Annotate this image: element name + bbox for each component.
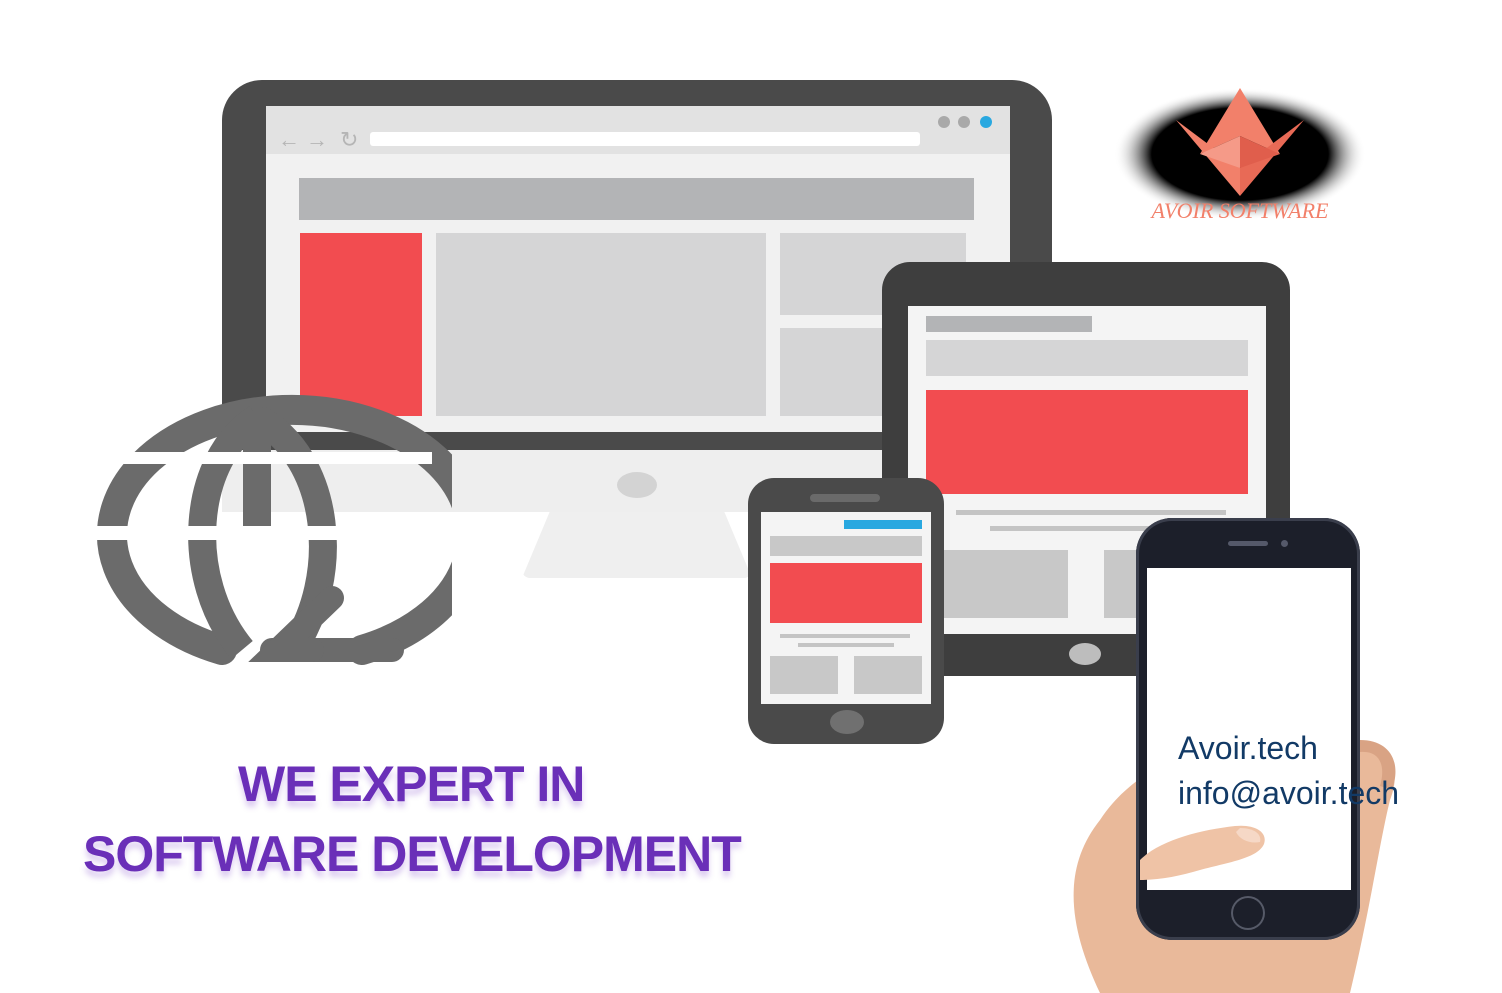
globe-refresh-icon: [86, 394, 452, 665]
browser-toolbar: [266, 106, 1010, 154]
page-header-placeholder: [299, 178, 974, 220]
phone-card-placeholder: [770, 656, 838, 694]
tablet-header-placeholder: [926, 340, 1248, 376]
tablet-title-placeholder: [926, 316, 1092, 332]
phone-card-placeholder: [854, 656, 922, 694]
tablet-text-line: [956, 510, 1226, 515]
back-arrow-icon: ←: [278, 127, 300, 152]
phone-hero-placeholder: [770, 563, 922, 623]
phone-text-line: [780, 634, 910, 638]
headline-line-2: SOFTWARE DEVELOPMENT: [83, 826, 742, 882]
avoir-software-logo: AVOIR SOFTWARE: [1114, 88, 1366, 223]
phone-header-placeholder: [770, 536, 922, 556]
window-dot-active-icon: [980, 116, 992, 128]
address-bar: [370, 132, 920, 146]
content-placeholder: [436, 233, 766, 416]
logo-text: AVOIR SOFTWARE: [1150, 198, 1330, 223]
headline-line-1: WE EXPERT IN: [238, 756, 585, 812]
contact-email: info@avoir.tech: [1178, 775, 1400, 811]
refresh-icon: ↻: [340, 127, 359, 152]
phone-camera-icon: [1281, 540, 1288, 547]
window-dot-icon: [938, 116, 950, 128]
phone-speaker: [810, 494, 880, 502]
phone-accent-bar: [844, 520, 922, 529]
forward-arrow-icon: →: [306, 127, 328, 152]
phone-home-button: [830, 710, 864, 734]
monitor-stand: [522, 512, 752, 578]
window-dot-icon: [958, 116, 970, 128]
contact-website: Avoir.tech: [1178, 730, 1318, 766]
tablet-home-button: [1069, 643, 1101, 665]
tablet-hero-placeholder: [926, 390, 1248, 494]
phone-text-line: [798, 643, 894, 647]
monitor-logo-dot: [617, 472, 657, 498]
tablet-card-placeholder: [944, 550, 1068, 618]
phone-home-button: [1231, 896, 1265, 930]
phone-speaker: [1228, 541, 1268, 546]
